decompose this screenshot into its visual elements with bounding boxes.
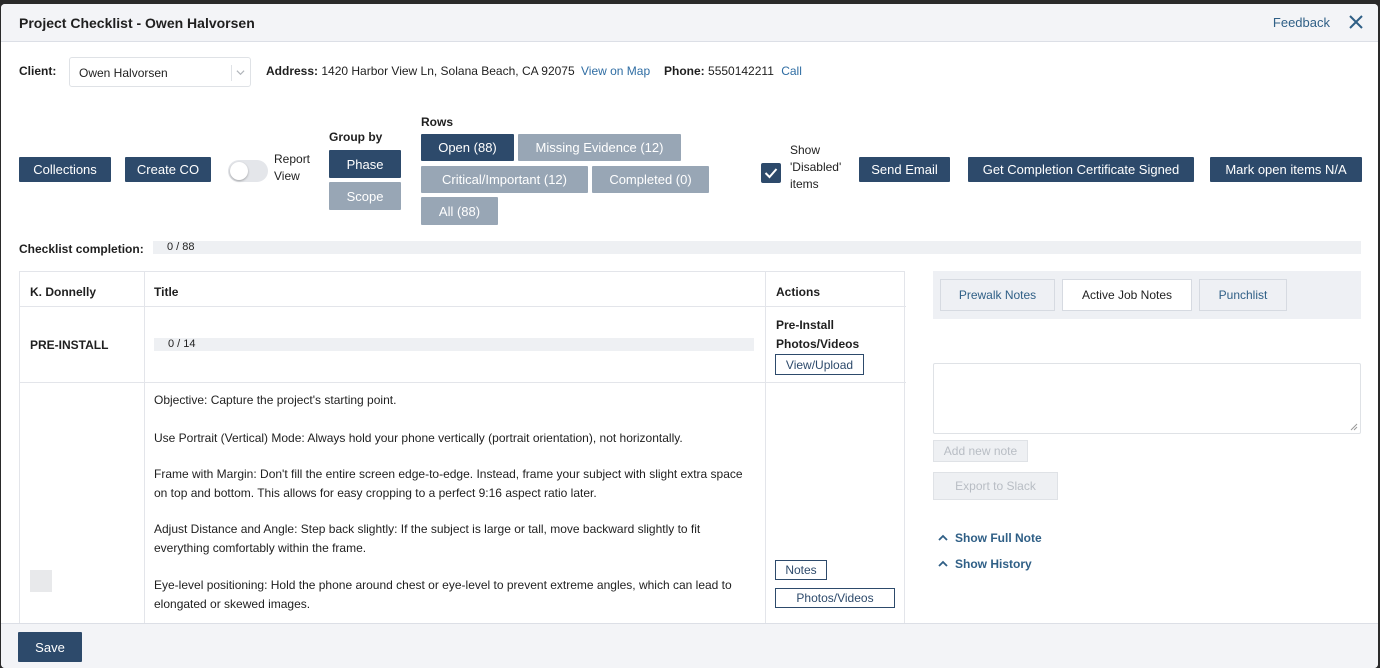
address-line: Address: 1420 Harbor View Ln, Solana Bea…: [266, 64, 650, 78]
item-notes-button[interactable]: Notes: [775, 560, 827, 580]
item-checkbox[interactable]: [30, 570, 52, 592]
checklist-progress-text: 0 / 88: [167, 241, 195, 253]
view-on-map-link[interactable]: View on Map: [581, 64, 650, 78]
column-divider: [144, 272, 145, 632]
collections-button[interactable]: Collections: [19, 157, 111, 182]
chevron-up-icon: [938, 534, 948, 541]
rows-completed-button[interactable]: Completed (0): [592, 166, 709, 193]
show-full-note-link[interactable]: Show Full Note: [937, 531, 1042, 545]
chevron-up-icon: [938, 560, 948, 567]
group-by-label: Group by: [329, 130, 383, 144]
show-full-note-label: Show Full Note: [955, 531, 1042, 545]
toggle-knob: [230, 162, 248, 180]
item-paragraph: Eye-level positioning: Hold the phone ar…: [154, 576, 764, 614]
modal-footer: Save: [1, 623, 1378, 668]
add-note-button[interactable]: Add new note: [933, 440, 1028, 462]
send-email-button[interactable]: Send Email: [859, 157, 950, 182]
modal-title: Project Checklist - Owen Halvorsen: [19, 15, 255, 31]
checklist-completion-label: Checklist completion:: [19, 242, 144, 256]
item-paragraph: Use Portrait (Vertical) Mode: Always hol…: [154, 431, 683, 445]
report-view-label-line1: Report: [274, 152, 311, 166]
section-progress-bar: 0 / 14: [154, 338, 754, 351]
show-disabled-line2: 'Disabled': [790, 160, 842, 174]
show-history-label: Show History: [955, 557, 1032, 571]
chevron-down-icon: [236, 70, 245, 76]
phone-label: Phone:: [664, 64, 705, 78]
section-action-label: Pre-Install Photos/Videos: [776, 316, 859, 354]
completion-certificate-button[interactable]: Get Completion Certificate Signed: [968, 157, 1194, 182]
group-phase-button[interactable]: Phase: [329, 150, 401, 178]
column-header-actions: Actions: [776, 285, 821, 299]
client-label: Client:: [19, 64, 57, 78]
rows-critical-button[interactable]: Critical/Important (12): [421, 166, 588, 193]
save-button[interactable]: Save: [18, 632, 82, 662]
notes-tabs-bar: Prewalk Notes Active Job Notes Punchlist: [933, 271, 1361, 319]
resize-handle-icon[interactable]: [1350, 423, 1358, 431]
item-paragraph-line: on top and bottom. This allows for easy …: [154, 486, 597, 500]
column-header-title: Title: [154, 285, 179, 299]
show-disabled-line1: Show: [790, 143, 821, 157]
address-label: Address:: [266, 64, 319, 78]
tab-punchlist[interactable]: Punchlist: [1199, 279, 1287, 311]
feedback-link[interactable]: Feedback: [1273, 15, 1330, 30]
column-header-assignee[interactable]: K. Donnelly: [30, 285, 96, 299]
rows-all-button[interactable]: All (88): [421, 197, 498, 225]
item-photos-videos-button[interactable]: Photos/Videos: [775, 588, 895, 608]
report-view-label-line2: View: [274, 169, 300, 183]
item-paragraph-line: everything comfortably within the frame.: [154, 541, 367, 555]
phone-line: Phone: 5550142211 Call: [664, 64, 802, 78]
note-textarea[interactable]: [933, 363, 1361, 434]
create-co-button[interactable]: Create CO: [125, 157, 211, 182]
show-disabled-checkbox[interactable]: [761, 163, 781, 183]
call-link[interactable]: Call: [781, 64, 802, 78]
section-action-label-line1: Pre-Install: [776, 318, 835, 332]
address-value: 1420 Harbor View Ln, Solana Beach, CA 92…: [321, 64, 575, 78]
section-progress-text: 0 / 14: [168, 338, 196, 350]
item-paragraph-line: Eye-level positioning: Hold the phone ar…: [154, 578, 732, 592]
rows-missing-evidence-button[interactable]: Missing Evidence (12): [518, 134, 681, 161]
report-view-toggle[interactable]: [228, 160, 268, 182]
tab-active-job-notes[interactable]: Active Job Notes: [1062, 279, 1192, 311]
tab-prewalk-notes[interactable]: Prewalk Notes: [940, 279, 1055, 311]
column-divider: [765, 272, 766, 632]
select-separator: [231, 65, 232, 81]
item-paragraph-line: elongated or skewed images.: [154, 597, 311, 611]
section-name: PRE-INSTALL: [30, 338, 109, 352]
item-paragraph-line: Adjust Distance and Angle: Step back sli…: [154, 522, 701, 536]
close-icon[interactable]: [1348, 14, 1364, 30]
rows-label: Rows: [421, 115, 454, 129]
item-paragraph: Objective: Capture the project's startin…: [154, 393, 397, 407]
checklist-progress-bar: 0 / 88: [153, 241, 1361, 254]
item-paragraph: Frame with Margin: Don't fill the entire…: [154, 465, 764, 503]
row-divider: [20, 306, 906, 307]
mark-open-na-button[interactable]: Mark open items N/A: [1210, 157, 1362, 182]
export-slack-button[interactable]: Export to Slack: [933, 472, 1058, 500]
phone-value: 5550142211: [708, 64, 774, 78]
checkmark-icon: [764, 168, 778, 179]
show-history-link[interactable]: Show History: [937, 557, 1032, 571]
rows-open-button[interactable]: Open (88): [421, 134, 514, 161]
item-paragraph-line: Frame with Margin: Don't fill the entire…: [154, 467, 743, 481]
item-paragraph: Adjust Distance and Angle: Step back sli…: [154, 520, 764, 558]
show-disabled-label: Show 'Disabled' items: [790, 142, 841, 193]
report-view-label: Report View: [274, 151, 310, 185]
client-select[interactable]: Owen Halvorsen: [69, 57, 251, 87]
modal-header: Project Checklist - Owen Halvorsen Feedb…: [1, 4, 1378, 42]
checklist-modal: Project Checklist - Owen Halvorsen Feedb…: [1, 4, 1378, 668]
checklist-table: K. Donnelly Title Actions PRE-INSTALL 0 …: [19, 271, 906, 632]
client-select-value: Owen Halvorsen: [79, 66, 168, 80]
section-action-label-line2: Photos/Videos: [776, 337, 860, 351]
group-scope-button[interactable]: Scope: [329, 182, 401, 210]
show-disabled-line3: items: [790, 177, 819, 191]
row-divider: [20, 382, 906, 383]
view-upload-button[interactable]: View/Upload: [775, 354, 864, 375]
